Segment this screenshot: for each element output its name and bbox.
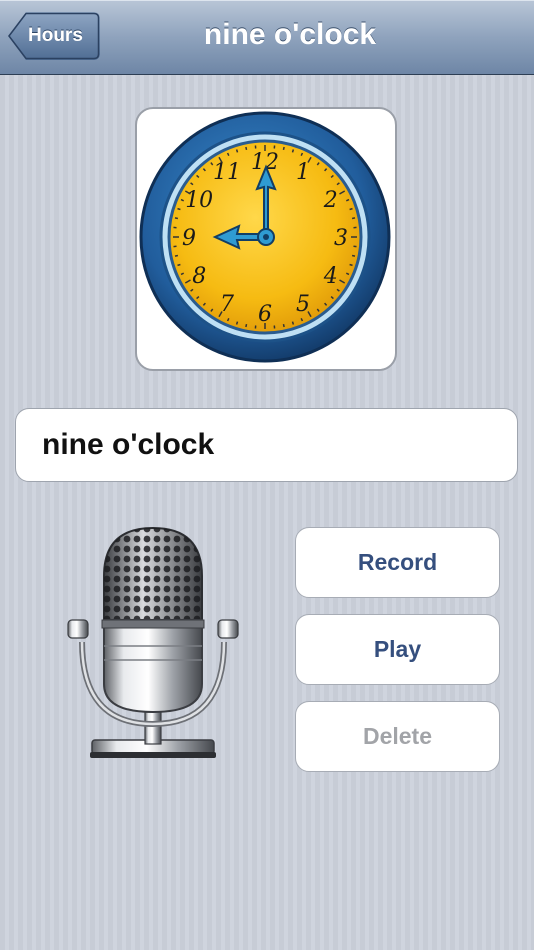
clock-numeral: 4 — [323, 264, 338, 289]
clock-tick — [349, 207, 353, 211]
clock-numeral: 10 — [185, 188, 213, 213]
clock-tick — [245, 323, 248, 328]
navigation-bar: Hours nine o'clock — [0, 0, 534, 75]
clock-numeral: 8 — [192, 264, 206, 289]
clock-tick — [177, 263, 181, 267]
card-image[interactable]: 12 1 2 3 4 5 6 7 8 9 10 11 — [135, 107, 397, 371]
clock-numeral: 2 — [323, 188, 338, 213]
delete-button: Delete — [295, 701, 500, 772]
play-button[interactable]: Play — [295, 614, 500, 685]
clock-numeral: 5 — [296, 292, 310, 317]
clock-icon: 12 1234567891011 — [139, 111, 391, 363]
title-field[interactable] — [15, 408, 518, 482]
clock-tick — [351, 254, 356, 257]
clock-tick — [351, 217, 356, 220]
clock-tick — [174, 217, 179, 220]
clock-tick — [291, 149, 295, 153]
microphone-icon[interactable] — [62, 524, 244, 774]
record-button[interactable]: Record — [295, 527, 500, 598]
clock-tick — [282, 323, 285, 328]
clock-tick — [174, 254, 179, 257]
clock-tick — [349, 263, 353, 267]
clock-tick — [235, 149, 239, 153]
clock-numeral: 7 — [220, 292, 234, 317]
clock-numeral: 11 — [213, 160, 241, 185]
back-button[interactable]: Hours — [8, 12, 100, 60]
clock-tick — [235, 321, 239, 325]
clock-tick — [177, 207, 181, 211]
clock-numeral: 3 — [334, 226, 348, 251]
clock-numeral: 1 — [296, 160, 310, 185]
clock-tick — [245, 146, 248, 151]
clock-numeral: 9 — [182, 226, 196, 251]
clock-tick — [291, 321, 295, 325]
clock-tick — [282, 146, 285, 151]
page-title: nine o'clock — [203, 18, 377, 51]
